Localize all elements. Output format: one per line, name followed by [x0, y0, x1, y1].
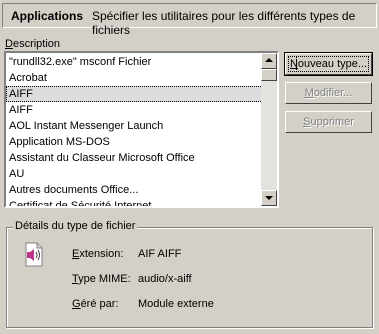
list-item[interactable]: AIFF — [6, 102, 263, 118]
mime-type-value: audio/x-aiff — [138, 273, 192, 285]
group-title: Détails du type de fichier — [13, 220, 138, 232]
page-subtitle: Spécifier les utilitaires pour les diffé… — [92, 9, 356, 37]
extension-label: Extension: — [72, 248, 124, 260]
list-item[interactable]: AU — [6, 166, 263, 182]
page-title: Applications — [11, 9, 84, 23]
audio-file-icon — [25, 242, 43, 267]
handled-by-value: Module externe — [138, 298, 214, 310]
list-scrollbar[interactable] — [261, 53, 277, 206]
arrow-down-icon — [265, 196, 273, 200]
extension-value: AIF AIFF — [138, 248, 182, 260]
list-item[interactable]: Acrobat — [6, 70, 263, 86]
file-type-list: "rundll32.exe" msconf Fichier Acrobat AI… — [6, 54, 263, 206]
list-item[interactable]: Autres documents Office... — [6, 182, 263, 198]
list-item[interactable]: Certificat de Sécurité Internet — [6, 198, 263, 206]
delete-button[interactable]: Supprimer — [285, 111, 372, 133]
mime-type-label: Type MIME: — [72, 273, 131, 285]
scroll-down-button[interactable] — [261, 190, 277, 206]
list-item[interactable]: Application MS-DOS — [6, 134, 263, 150]
list-item[interactable]: "rundll32.exe" msconf Fichier — [6, 54, 263, 70]
header-bar: Applications Spécifier les utilitaires p… — [2, 3, 377, 37]
new-type-button[interactable]: Nouveau type... — [284, 52, 373, 76]
scroll-thumb[interactable] — [261, 69, 277, 81]
scroll-up-button[interactable] — [261, 53, 277, 69]
modify-button[interactable]: Modifier... — [285, 82, 372, 104]
file-type-listbox[interactable]: "rundll32.exe" msconf Fichier Acrobat AI… — [4, 51, 279, 208]
list-item-selected[interactable]: AIFF — [6, 86, 263, 102]
list-item[interactable]: AOL Instant Messenger Launch — [6, 118, 263, 134]
list-item[interactable]: Assistant du Classeur Microsoft Office — [6, 150, 263, 166]
handled-by-label: Géré par: — [72, 298, 119, 310]
arrow-up-icon — [265, 58, 273, 62]
description-label: Description — [5, 38, 61, 50]
